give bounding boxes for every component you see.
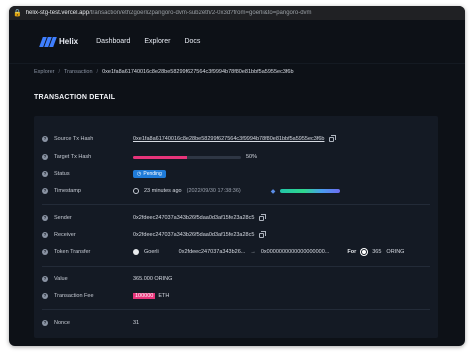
source-tx-hash-link[interactable]: 0xe1fa8a61740016c8e28be58299f627564c3f99… [133,136,324,142]
divider [42,266,430,267]
token-amount: 365 [372,249,382,255]
progress-fill [133,155,187,159]
divider [42,204,430,205]
copy-icon[interactable] [259,213,267,221]
timestamp-relative: 23 minutes ago [144,188,182,194]
timestamp-absolute: (2022/09/30 17:38:36) [186,188,241,194]
fee-unit: ETH [158,293,170,299]
breadcrumb: Explorer / Transaction/0xe1fa8a61740016c8e… [34,69,294,75]
helix-logo-icon [39,36,57,47]
pending-icon: ◷ [137,171,142,177]
token-symbol: ORING [386,249,405,255]
goerli-network-icon [133,249,139,255]
nav-dashboard[interactable]: Dashboard [96,38,130,45]
help-icon[interactable]: ? [42,154,48,160]
token-for-label: For [347,249,357,255]
breadcrumb-separator: / [58,69,61,75]
token-network: Goerli [144,249,159,255]
breadcrumb-transaction[interactable]: Transaction [64,69,93,75]
arrow-right-icon: → [250,249,256,255]
help-icon[interactable]: ? [42,188,48,194]
page-title: TRANSACTION DETAIL [34,94,116,101]
status-badge: ◷ Pending [133,170,166,178]
target-progress-bar [133,155,241,159]
divider [42,309,430,310]
progress-percent: 50% [246,154,258,160]
helix-logo[interactable]: Helix [39,36,78,47]
help-icon[interactable]: ? [42,276,48,282]
row-source-tx-hash: ? Source Tx Hash 0xe1fa8a61740016c8e28be… [34,133,438,145]
help-icon[interactable]: ? [42,136,48,142]
lock-icon: 🔒 [13,9,22,17]
top-nav: Helix Dashboard Explorer Docs [9,20,465,64]
address-bar[interactable]: 🔒 helix-stg-test.vercel.app/transaction/… [9,6,465,20]
help-icon[interactable]: ? [42,232,48,238]
breadcrumb-explorer[interactable]: Explorer [34,69,54,75]
clock-icon [133,188,139,194]
help-icon[interactable]: ? [42,249,48,255]
row-receiver: ? Receiver 0x2fdeec247037a343b26f5daa0d3… [34,229,438,241]
fee-amount: 100000 [133,293,156,299]
value-amount: 365.000 ORING [133,276,173,282]
row-transaction-fee: ? Transaction Fee 100000 ETH [42,293,170,299]
url-text[interactable]: helix-stg-test.vercel.app/transaction/et… [26,10,312,16]
transaction-detail-card: ? Source Tx Hash 0xe1fa8a61740016c8e28be… [34,116,438,338]
copy-icon[interactable] [259,230,267,238]
row-token-transfer: ? Token Transfer Goerli 0x2fdeec247037a3… [42,249,405,255]
token-to-address[interactable]: 0x0000000000000000000... [261,249,330,255]
nonce-value: 31 [133,320,140,326]
timing-gradient-bar [280,189,341,193]
row-timestamp: ? Timestamp 23 minutes ago (2022/09/30 1… [34,185,438,197]
help-icon[interactable]: ? [42,293,48,299]
row-status: ? Status ◷ Pending [34,168,438,180]
token-from-address[interactable]: 0x2fdeec247037a343b26... [179,249,246,255]
nav-docs[interactable]: Docs [184,38,200,45]
row-value: ? Value 365.000 ORING [42,276,173,282]
help-icon[interactable]: ? [42,215,48,221]
sender-address[interactable]: 0x2fdeec247037a343b26f5daa0d3af15fe23a28… [133,215,254,221]
oring-token-icon [361,249,368,255]
receiver-address[interactable]: 0x2fdeec247037a343b26f5daa0d3af15fe23a28… [133,232,254,238]
row-sender: ? Sender 0x2fdeec247037a343b26f5daa0d3af… [34,212,438,224]
copy-icon[interactable] [329,134,337,142]
nav-explorer[interactable]: Explorer [144,38,170,45]
row-nonce: ? Nonce 31 [42,320,140,326]
help-icon[interactable]: ? [42,320,48,326]
breadcrumb-separator: / [96,69,99,75]
help-icon[interactable]: ? [42,171,48,177]
row-target-tx-hash: ? Target Tx Hash 50% [42,154,258,160]
gas-drop-icon: ◆ [270,188,276,195]
breadcrumb-current: 0xe1fa8a61740016c8e28be58299f627564c3f99… [102,69,294,75]
